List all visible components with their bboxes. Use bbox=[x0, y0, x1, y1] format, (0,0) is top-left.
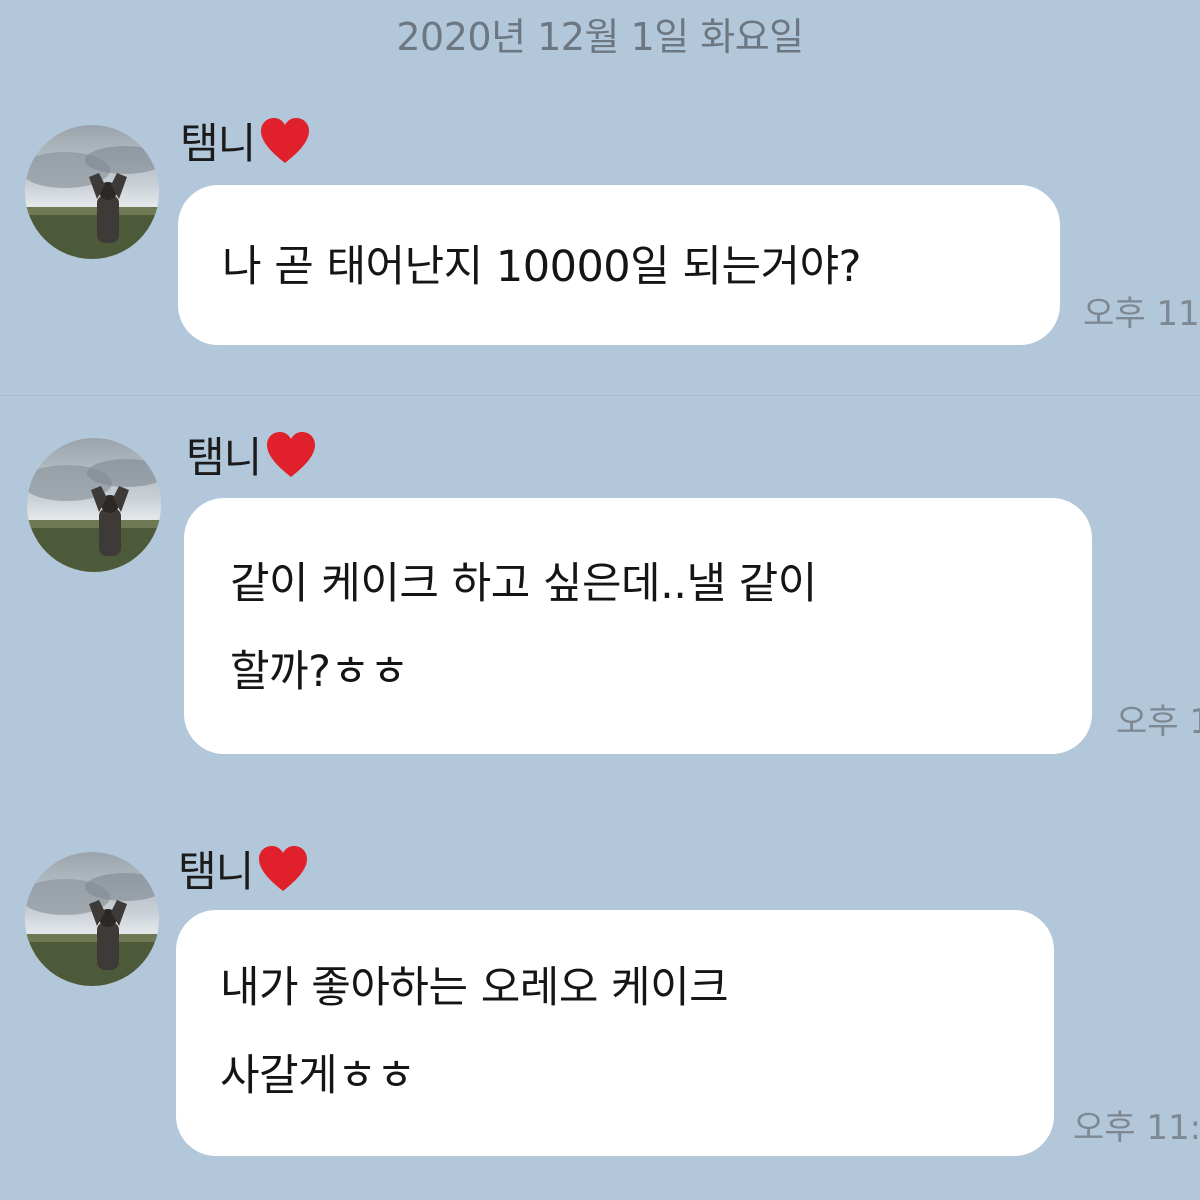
sender-name: 탬니 bbox=[180, 110, 311, 171]
heart-icon bbox=[257, 845, 309, 893]
message-bubble[interactable]: 같이 케이크 하고 싶은데..낼 같이 할까?ㅎㅎ bbox=[184, 498, 1092, 754]
avatar-photo bbox=[25, 125, 159, 259]
avatar-photo bbox=[25, 852, 159, 986]
date-header: 2020년 12월 1일 화요일 bbox=[396, 15, 804, 59]
heart-icon bbox=[265, 431, 317, 479]
avatar-photo bbox=[27, 438, 161, 572]
message-time: 오후 11 bbox=[1083, 294, 1200, 334]
message-time: 오후 1 bbox=[1116, 702, 1200, 742]
heart-icon bbox=[259, 117, 311, 165]
message-time: 오후 11: bbox=[1073, 1108, 1200, 1148]
avatar[interactable] bbox=[25, 852, 159, 986]
section-divider bbox=[0, 395, 1200, 396]
message-bubble[interactable]: 내가 좋아하는 오레오 케이크 사갈게ㅎㅎ bbox=[176, 910, 1054, 1156]
sender-name: 탬니 bbox=[178, 838, 309, 899]
message-bubble[interactable]: 나 곧 태어난지 10000일 되는거야? bbox=[178, 185, 1060, 345]
sender-name-text: 탬니 bbox=[186, 433, 262, 482]
sender-name-text: 탬니 bbox=[180, 119, 256, 168]
avatar[interactable] bbox=[25, 125, 159, 259]
sender-name-text: 탬니 bbox=[178, 847, 254, 896]
avatar[interactable] bbox=[27, 438, 161, 572]
sender-name: 탬니 bbox=[186, 424, 317, 485]
